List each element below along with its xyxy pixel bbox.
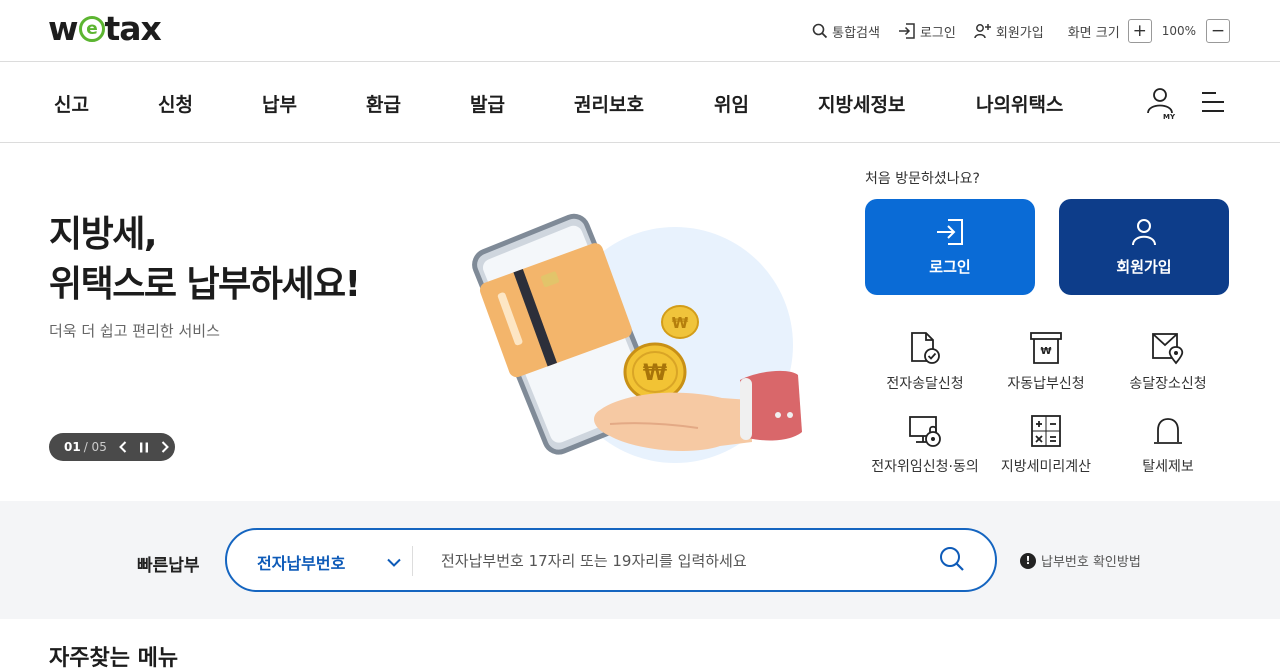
login-button-label: 로그인 [929,257,971,276]
my-user-icon: MY [1147,88,1176,121]
nav-item-payment[interactable]: 납부 [262,90,297,117]
quick-label: 지방세미리계산 [1000,459,1092,475]
nav-item-tax-info[interactable]: 지방세정보 [818,90,905,117]
login-link[interactable]: 로그인 [898,22,956,41]
quick-label: 전자위임신청·동의 [871,459,979,475]
quick-electronic-delivery[interactable]: 전자송달신청 [860,325,990,393]
join-button[interactable]: 회원가입 [1059,199,1229,295]
fast-payment-label: 빠른납부 [137,556,200,576]
chevron-right-icon [161,441,169,453]
chevron-down-icon [387,558,401,567]
payment-type-select[interactable]: 전자납부번호 [257,550,345,574]
coin-large-symbol: ₩ [643,361,667,386]
hero-illustration: ₩ ₩ [472,213,802,463]
nav-item-delegation[interactable]: 위임 [714,90,749,117]
zoom-in-button[interactable]: + [1127,19,1152,43]
help-link-label: 납부번호 확인방법 [1041,555,1141,570]
quick-auto-payment[interactable]: ₩ 자동납부신청 [981,325,1111,393]
integrated-search-label: 통합검색 [832,25,880,41]
pager-current: 01 [64,440,81,454]
quick-tax-evasion-report[interactable]: 탈세제보 [1103,408,1233,476]
pager-next-button[interactable] [161,441,169,453]
alarm-bell-icon [1154,418,1182,444]
logo-e-mark: e [78,16,105,42]
banner-pager: 01 / 05 [49,433,175,461]
calculator-icon [1031,415,1061,447]
info-icon: ! [1020,552,1036,569]
quick-tax-calculator[interactable]: 지방세미리계산 [981,408,1111,476]
search-button[interactable] [939,546,965,576]
search-icon [940,547,964,571]
chevron-left-icon [118,441,127,453]
wetax-logo[interactable]: w e tax [48,8,162,48]
search-icon [812,23,828,39]
nav-item-rights[interactable]: 권리보호 [574,90,644,117]
select-arrow[interactable] [387,553,401,572]
hero-subtitle: 더욱 더 쉽고 편리한 서비스 [49,322,220,340]
logo-text-suffix: tax [104,8,162,48]
hamburger-menu-icon [1202,92,1224,112]
document-check-icon [911,332,940,364]
join-link-label: 회원가입 [995,25,1044,41]
pager-pause-button[interactable] [139,442,149,453]
join-link[interactable]: 회원가입 [974,22,1044,41]
quick-label: 송달장소신청 [1129,376,1207,392]
integrated-search-link[interactable]: 통합검색 [812,22,880,41]
zoom-value: 100% [1161,24,1196,38]
all-menu-button[interactable] [1201,91,1225,117]
zoom-out-button[interactable]: − [1206,19,1230,43]
quick-label: 전자송달신청 [886,376,964,392]
fast-payment-search: 전자납부번호 [225,528,997,592]
my-page-button[interactable]: MY [1145,86,1179,124]
login-link-label: 로그인 [919,25,956,41]
quick-delivery-address[interactable]: 송달장소신청 [1103,325,1233,393]
payment-number-help-link[interactable]: ! 납부번호 확인방법 [1020,551,1141,570]
quick-label: 자동납부신청 [1007,376,1085,392]
frequent-menu-title: 자주찾는 메뉴 [49,646,179,669]
hero-title: 지방세, 위택스로 납부하세요! [49,210,361,310]
add-user-icon [974,24,991,39]
nav-item-my-wetax[interactable]: 나의위택스 [976,90,1063,117]
utility-menu: 통합검색 로그인 회원가입 화면 크기 + 100% − [794,19,1230,43]
first-visit-text: 처음 방문하셨나요? [865,171,980,187]
hero-title-line2: 위택스로 납부하세요! [49,264,361,305]
receipt-icon: ₩ [1030,332,1062,364]
my-badge-text: MY [1163,113,1176,120]
coin-small-symbol: ₩ [672,314,689,332]
nav-item-issue[interactable]: 발급 [470,90,505,117]
monitor-lock-icon [909,416,941,447]
mail-location-icon [1152,333,1184,365]
login-button[interactable]: 로그인 [865,199,1035,295]
hero-title-line1: 지방세, [49,214,158,255]
select-divider [412,546,413,576]
login-icon [898,23,915,39]
quick-electronic-delegation[interactable]: 전자위임신청·동의 [860,408,990,476]
nav-item-apply[interactable]: 신청 [158,90,193,117]
user-icon [1132,218,1156,245]
pause-icon [139,442,148,452]
zoom-label: 화면 크기 [1067,25,1120,41]
logo-text-prefix: w [48,8,78,48]
nav-item-report[interactable]: 신고 [54,90,89,117]
pager-total: / 05 [83,440,107,454]
quick-label: 탈세제보 [1142,459,1194,475]
login-icon [937,218,963,245]
fast-payment-bar: 빠른납부 전자납부번호 ! 납부번호 확인방법 [0,501,1280,619]
pager-prev-button[interactable] [118,441,127,453]
nav-item-refund[interactable]: 환급 [366,90,401,117]
payment-number-input[interactable] [427,544,907,578]
main-navigation: 신고 신청 납부 환급 발급 권리보호 위임 지방세정보 나의위택스 MY [0,62,1280,143]
join-button-label: 회원가입 [1116,257,1172,276]
receipt-won-symbol: ₩ [1040,346,1051,357]
top-bar: w e tax 통합검색 로그인 회원가입 화면 크기 + 100% − [0,0,1280,62]
